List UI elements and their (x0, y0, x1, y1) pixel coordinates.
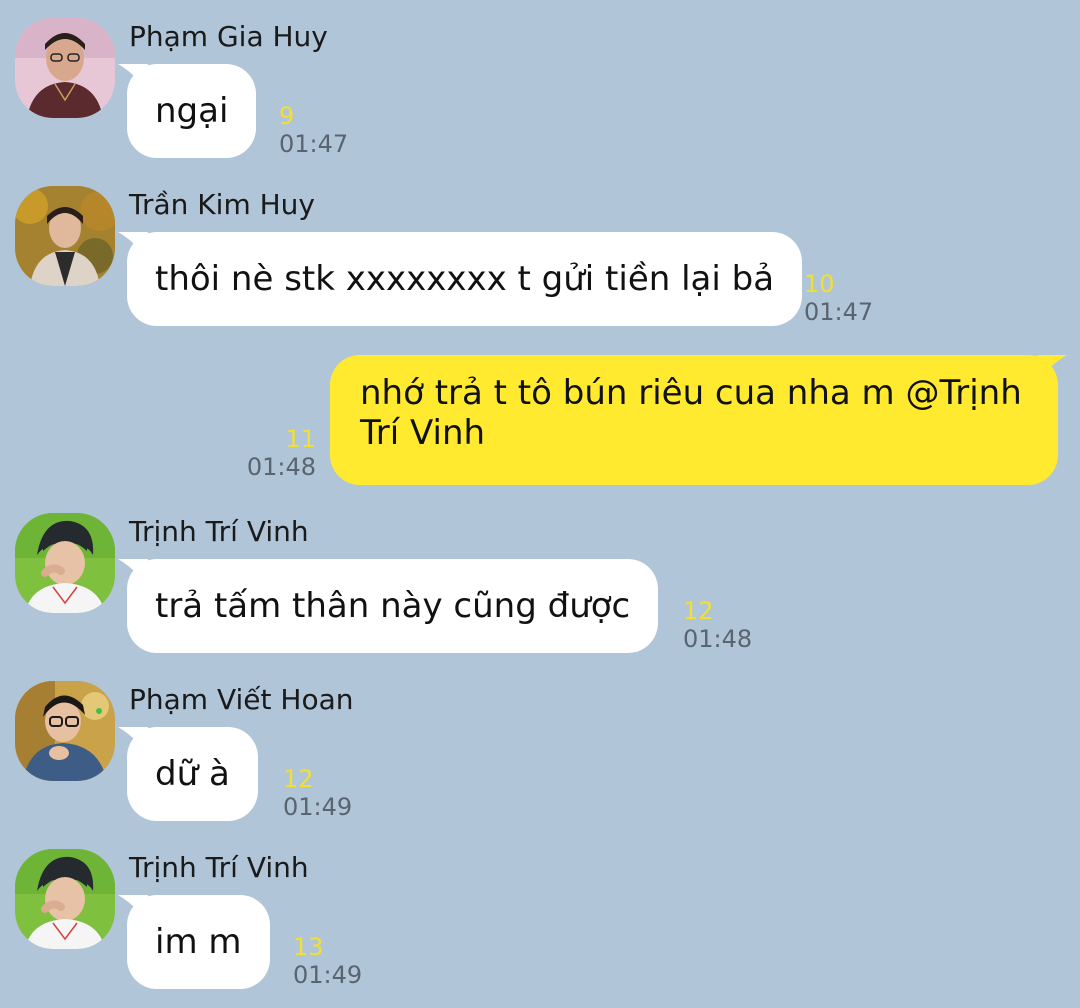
message-meta: 13 01:49 (293, 933, 362, 989)
timestamp: 01:48 (246, 453, 316, 481)
avatar[interactable] (15, 186, 115, 286)
avatar[interactable] (15, 18, 115, 118)
bubble-tail (118, 232, 148, 262)
timestamp: 01:47 (279, 130, 349, 158)
message-text: im m (155, 922, 242, 962)
message-meta: 9 01:47 (279, 102, 348, 158)
bubble-tail (118, 727, 148, 757)
message-meta: 11 01:48 (247, 425, 316, 481)
sender-name: Trịnh Trí Vinh (129, 851, 309, 884)
unread-count: 13 (293, 933, 324, 961)
timestamp: 01:49 (283, 793, 353, 821)
message-text-line2: Trí Vinh (360, 413, 486, 453)
unread-count: 11 (285, 425, 316, 453)
timestamp: 01:49 (293, 961, 363, 989)
message-meta: 10 01:47 (804, 270, 873, 326)
bubble-tail (118, 559, 148, 589)
message-text: ngại (155, 91, 229, 131)
avatar[interactable] (15, 513, 115, 613)
timestamp: 01:47 (804, 298, 874, 326)
timestamp: 01:48 (683, 625, 753, 653)
sender-name: Trần Kim Huy (129, 188, 315, 221)
chat-thread[interactable]: Phạm Gia Huy ngại 9 01:47 Trần Kim Huy t… (0, 0, 1080, 1008)
avatar[interactable] (15, 681, 115, 781)
outgoing-message-bubble[interactable]: nhớ trả t tô bún riêu cua nha m @Trịnh T… (330, 355, 1067, 485)
bubble-tail (118, 64, 148, 94)
message-text: dữ à (155, 754, 230, 794)
message-bubble[interactable]: thôi nè stk xxxxxxxx t gửi tiền lại bả (118, 232, 803, 326)
sender-name: Phạm Gia Huy (129, 20, 328, 53)
unread-count: 10 (804, 270, 835, 298)
message-meta: 12 01:48 (683, 597, 752, 653)
message-row-outgoing: 11 01:48 nhớ trả t tô bún riêu cua nha m… (0, 355, 1080, 485)
sender-name: Trịnh Trí Vinh (129, 515, 309, 548)
unread-count: 9 (279, 102, 295, 130)
message-bubble[interactable]: dữ à (118, 727, 258, 821)
bubble-tail (118, 895, 148, 925)
unread-count: 12 (283, 765, 314, 793)
message-text: thôi nè stk xxxxxxxx t gửi tiền lại bả (155, 259, 775, 299)
message-bubble[interactable]: trả tấm thân này cũng được (118, 559, 659, 653)
avatar[interactable] (15, 849, 115, 949)
sender-name: Phạm Viết Hoan (129, 683, 354, 716)
unread-count: 12 (683, 597, 714, 625)
bubble-tail (1037, 355, 1067, 385)
message-meta: 12 01:49 (283, 765, 352, 821)
message-text: trả tấm thân này cũng được (155, 586, 631, 626)
message-bubble[interactable]: ngại (118, 64, 257, 158)
message-bubble[interactable]: im m (118, 895, 270, 989)
message-text-line1: nhớ trả t tô bún riêu cua nha m @Trịnh (360, 373, 1022, 413)
